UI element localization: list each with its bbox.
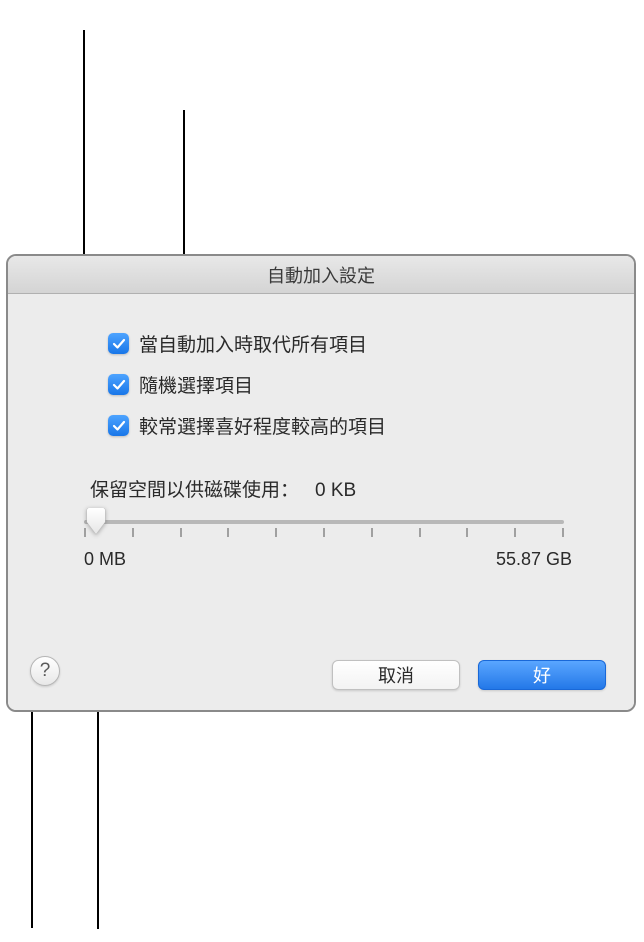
- dialog-title: 自動加入設定: [267, 262, 375, 288]
- slider-track: [84, 520, 564, 524]
- checkbox-row-prefer-higher-rated[interactable]: 較常選擇喜好程度較高的項目: [108, 412, 594, 439]
- reserve-space-section: 保留空間以供磁碟使用： 0 KB: [90, 475, 594, 570]
- checkbox-label: 較常選擇喜好程度較高的項目: [139, 412, 386, 439]
- checkbox-checked-icon[interactable]: [108, 333, 129, 354]
- slider-max-label: 55.87 GB: [496, 549, 572, 570]
- reserve-label-row: 保留空間以供磁碟使用： 0 KB: [90, 475, 594, 502]
- reserve-space-slider[interactable]: [84, 520, 564, 537]
- reserve-label: 保留空間以供磁碟使用：: [90, 475, 299, 502]
- slider-ticks: [84, 528, 564, 537]
- dialog-titlebar: 自動加入設定: [8, 256, 634, 294]
- dialog-body: 當自動加入時取代所有項目 隨機選擇項目 較常選擇喜好程度較高的項目 保留空間以供: [8, 294, 634, 710]
- checkbox-row-random-select[interactable]: 隨機選擇項目: [108, 371, 594, 398]
- help-icon: ?: [40, 660, 51, 682]
- autofill-settings-dialog: 自動加入設定 當自動加入時取代所有項目 隨機選擇項目: [6, 254, 636, 712]
- cancel-button[interactable]: 取消: [332, 660, 460, 690]
- slider-min-label: 0 MB: [84, 549, 126, 570]
- reserve-value: 0 KB: [315, 480, 356, 502]
- dialog-button-row: 取消 好: [332, 660, 606, 690]
- checkbox-checked-icon[interactable]: [108, 415, 129, 436]
- checkbox-label: 當自動加入時取代所有項目: [139, 330, 367, 357]
- checkbox-label: 隨機選擇項目: [139, 371, 253, 398]
- slider-thumb[interactable]: [84, 508, 108, 536]
- slider-range-labels: 0 MB 55.87 GB: [84, 549, 572, 570]
- help-button[interactable]: ?: [30, 656, 60, 686]
- checkbox-checked-icon[interactable]: [108, 374, 129, 395]
- checkbox-group: 當自動加入時取代所有項目 隨機選擇項目 較常選擇喜好程度較高的項目: [108, 330, 594, 439]
- checkbox-row-replace-all[interactable]: 當自動加入時取代所有項目: [108, 330, 594, 357]
- ok-button[interactable]: 好: [478, 660, 606, 690]
